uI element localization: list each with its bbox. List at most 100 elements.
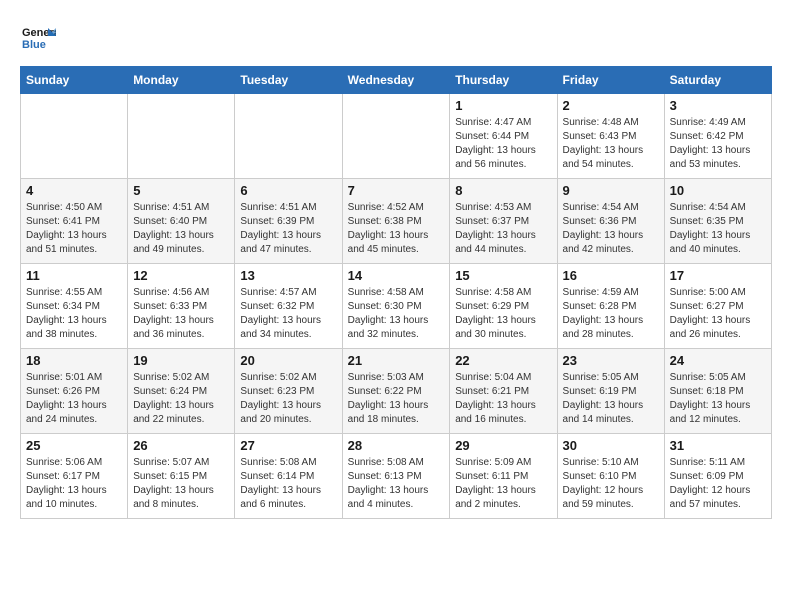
day-info: Sunrise: 4:53 AM Sunset: 6:37 PM Dayligh… bbox=[455, 201, 551, 257]
calendar-cell: 14Sunrise: 4:58 AM Sunset: 6:30 PM Dayli… bbox=[342, 264, 450, 349]
day-info: Sunrise: 5:08 AM Sunset: 6:13 PM Dayligh… bbox=[348, 456, 445, 512]
svg-text:Blue: Blue bbox=[22, 39, 46, 51]
day-number: 9 bbox=[563, 183, 659, 198]
day-number: 26 bbox=[133, 438, 229, 453]
day-number: 16 bbox=[563, 268, 659, 283]
calendar-cell: 9 Sunrise: 4:54 AM Sunset: 6:36 PM Daylig… bbox=[557, 179, 664, 264]
day-info: Sunrise: 4:52 AM Sunset: 6:38 PM Dayligh… bbox=[348, 201, 445, 257]
calendar-cell: 15 Sunrise: 4:58 AM Sunset: 6:29 PM Dayli… bbox=[450, 264, 557, 349]
calendar-cell: 2Sunrise: 4:48 AM Sunset: 6:43 PM Daylig… bbox=[557, 94, 664, 179]
day-number: 23 bbox=[563, 353, 659, 368]
day-info: Sunrise: 5:05 AM Sunset: 6:19 PM Dayligh… bbox=[563, 371, 659, 427]
calendar-cell: 25 Sunrise: 5:06 AM Sunset: 6:17 PM Dayli… bbox=[21, 434, 128, 519]
calendar-cell: 22Sunrise: 5:04 AM Sunset: 6:21 PM Dayli… bbox=[450, 349, 557, 434]
day-number: 10 bbox=[670, 183, 766, 198]
day-number: 12 bbox=[133, 268, 229, 283]
calendar-cell: 27 Sunrise: 5:08 AM Sunset: 6:14 PM Dayli… bbox=[235, 434, 342, 519]
day-info: Sunrise: 4:51 AM Sunset: 6:39 PM Dayligh… bbox=[240, 201, 336, 257]
logo: General Blue bbox=[20, 20, 56, 56]
day-number: 30 bbox=[563, 438, 659, 453]
calendar-cell: 20 Sunrise: 5:02 AM Sunset: 6:23 PM Dayli… bbox=[235, 349, 342, 434]
calendar-table: SundayMondayTuesdayWednesdayThursdayFrid… bbox=[20, 66, 772, 519]
calendar-week-2: 4 Sunrise: 4:50 AM Sunset: 6:41 PM Daylig… bbox=[21, 179, 772, 264]
calendar-cell: 7 Sunrise: 4:52 AM Sunset: 6:38 PM Daylig… bbox=[342, 179, 450, 264]
day-number: 8 bbox=[455, 183, 551, 198]
day-number: 20 bbox=[240, 353, 336, 368]
day-info: Sunrise: 5:10 AM Sunset: 6:10 PM Dayligh… bbox=[563, 456, 659, 512]
day-number: 29 bbox=[455, 438, 551, 453]
calendar-cell: 5 Sunrise: 4:51 AM Sunset: 6:40 PM Daylig… bbox=[128, 179, 235, 264]
day-info: Sunrise: 4:47 AM Sunset: 6:44 PM Dayligh… bbox=[455, 116, 551, 172]
day-number: 5 bbox=[133, 183, 229, 198]
day-info: Sunrise: 5:02 AM Sunset: 6:23 PM Dayligh… bbox=[240, 371, 336, 427]
day-number: 18 bbox=[26, 353, 122, 368]
day-number: 14 bbox=[348, 268, 445, 283]
weekday-header-sunday: Sunday bbox=[21, 67, 128, 94]
day-info: Sunrise: 4:54 AM Sunset: 6:35 PM Dayligh… bbox=[670, 201, 766, 257]
calendar-week-3: 11 Sunrise: 4:55 AM Sunset: 6:34 PM Dayli… bbox=[21, 264, 772, 349]
calendar-cell: 30 Sunrise: 5:10 AM Sunset: 6:10 PM Dayli… bbox=[557, 434, 664, 519]
day-number: 6 bbox=[240, 183, 336, 198]
day-info: Sunrise: 5:01 AM Sunset: 6:26 PM Dayligh… bbox=[26, 371, 122, 427]
page-header: General Blue bbox=[20, 20, 772, 56]
day-number: 7 bbox=[348, 183, 445, 198]
day-info: Sunrise: 4:48 AM Sunset: 6:43 PM Dayligh… bbox=[563, 116, 659, 172]
day-number: 19 bbox=[133, 353, 229, 368]
day-number: 13 bbox=[240, 268, 336, 283]
calendar-cell: 23 Sunrise: 5:05 AM Sunset: 6:19 PM Dayli… bbox=[557, 349, 664, 434]
day-info: Sunrise: 5:04 AM Sunset: 6:21 PM Dayligh… bbox=[455, 371, 551, 427]
calendar-cell: 6 Sunrise: 4:51 AM Sunset: 6:39 PM Daylig… bbox=[235, 179, 342, 264]
day-info: Sunrise: 4:57 AM Sunset: 6:32 PM Dayligh… bbox=[240, 286, 336, 342]
day-info: Sunrise: 4:55 AM Sunset: 6:34 PM Dayligh… bbox=[26, 286, 122, 342]
day-number: 25 bbox=[26, 438, 122, 453]
day-info: Sunrise: 4:50 AM Sunset: 6:41 PM Dayligh… bbox=[26, 201, 122, 257]
calendar-week-5: 25 Sunrise: 5:06 AM Sunset: 6:17 PM Dayli… bbox=[21, 434, 772, 519]
day-info: Sunrise: 5:09 AM Sunset: 6:11 PM Dayligh… bbox=[455, 456, 551, 512]
calendar-cell bbox=[21, 94, 128, 179]
calendar-week-4: 18 Sunrise: 5:01 AM Sunset: 6:26 PM Dayli… bbox=[21, 349, 772, 434]
day-number: 24 bbox=[670, 353, 766, 368]
day-number: 15 bbox=[455, 268, 551, 283]
day-info: Sunrise: 5:02 AM Sunset: 6:24 PM Dayligh… bbox=[133, 371, 229, 427]
calendar-cell: 21 Sunrise: 5:03 AM Sunset: 6:22 PM Dayli… bbox=[342, 349, 450, 434]
calendar-cell: 28Sunrise: 5:08 AM Sunset: 6:13 PM Dayli… bbox=[342, 434, 450, 519]
calendar-cell: 11 Sunrise: 4:55 AM Sunset: 6:34 PM Dayli… bbox=[21, 264, 128, 349]
day-info: Sunrise: 5:08 AM Sunset: 6:14 PM Dayligh… bbox=[240, 456, 336, 512]
weekday-header-saturday: Saturday bbox=[664, 67, 771, 94]
day-number: 11 bbox=[26, 268, 122, 283]
calendar-cell: 1Sunrise: 4:47 AM Sunset: 6:44 PM Daylig… bbox=[450, 94, 557, 179]
day-info: Sunrise: 5:03 AM Sunset: 6:22 PM Dayligh… bbox=[348, 371, 445, 427]
day-info: Sunrise: 5:07 AM Sunset: 6:15 PM Dayligh… bbox=[133, 456, 229, 512]
calendar-cell: 10 Sunrise: 4:54 AM Sunset: 6:35 PM Dayli… bbox=[664, 179, 771, 264]
day-info: Sunrise: 5:11 AM Sunset: 6:09 PM Dayligh… bbox=[670, 456, 766, 512]
calendar-cell: 4 Sunrise: 4:50 AM Sunset: 6:41 PM Daylig… bbox=[21, 179, 128, 264]
calendar-cell: 24 Sunrise: 5:05 AM Sunset: 6:18 PM Dayli… bbox=[664, 349, 771, 434]
day-number: 17 bbox=[670, 268, 766, 283]
day-number: 27 bbox=[240, 438, 336, 453]
day-number: 4 bbox=[26, 183, 122, 198]
calendar-cell: 12 Sunrise: 4:56 AM Sunset: 6:33 PM Dayli… bbox=[128, 264, 235, 349]
day-number: 3 bbox=[670, 98, 766, 113]
day-info: Sunrise: 4:59 AM Sunset: 6:28 PM Dayligh… bbox=[563, 286, 659, 342]
day-info: Sunrise: 5:00 AM Sunset: 6:27 PM Dayligh… bbox=[670, 286, 766, 342]
weekday-header-friday: Friday bbox=[557, 67, 664, 94]
calendar-cell: 16 Sunrise: 4:59 AM Sunset: 6:28 PM Dayli… bbox=[557, 264, 664, 349]
weekday-header-monday: Monday bbox=[128, 67, 235, 94]
day-number: 21 bbox=[348, 353, 445, 368]
calendar-cell: 26 Sunrise: 5:07 AM Sunset: 6:15 PM Dayli… bbox=[128, 434, 235, 519]
day-info: Sunrise: 5:06 AM Sunset: 6:17 PM Dayligh… bbox=[26, 456, 122, 512]
day-info: Sunrise: 4:54 AM Sunset: 6:36 PM Dayligh… bbox=[563, 201, 659, 257]
weekday-header-row: SundayMondayTuesdayWednesdayThursdayFrid… bbox=[21, 67, 772, 94]
calendar-cell bbox=[128, 94, 235, 179]
day-info: Sunrise: 4:58 AM Sunset: 6:29 PM Dayligh… bbox=[455, 286, 551, 342]
day-info: Sunrise: 4:56 AM Sunset: 6:33 PM Dayligh… bbox=[133, 286, 229, 342]
calendar-cell bbox=[342, 94, 450, 179]
day-info: Sunrise: 4:51 AM Sunset: 6:40 PM Dayligh… bbox=[133, 201, 229, 257]
weekday-header-thursday: Thursday bbox=[450, 67, 557, 94]
calendar-cell: 18 Sunrise: 5:01 AM Sunset: 6:26 PM Dayli… bbox=[21, 349, 128, 434]
calendar-cell: 13 Sunrise: 4:57 AM Sunset: 6:32 PM Dayli… bbox=[235, 264, 342, 349]
calendar-cell: 3Sunrise: 4:49 AM Sunset: 6:42 PM Daylig… bbox=[664, 94, 771, 179]
day-info: Sunrise: 5:05 AM Sunset: 6:18 PM Dayligh… bbox=[670, 371, 766, 427]
weekday-header-tuesday: Tuesday bbox=[235, 67, 342, 94]
weekday-header-wednesday: Wednesday bbox=[342, 67, 450, 94]
